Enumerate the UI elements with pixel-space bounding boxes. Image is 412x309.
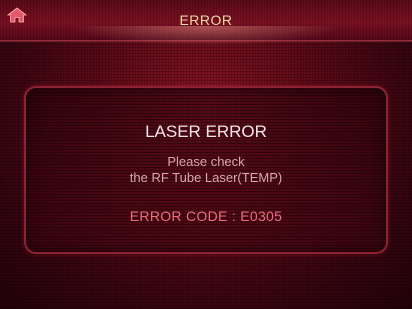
page-title: ERROR <box>179 12 233 28</box>
error-message: Please check the RF Tube Laser(TEMP) <box>26 154 386 186</box>
error-screen: ERROR LASER ERROR Please check the RF Tu… <box>0 0 412 309</box>
error-title: LASER ERROR <box>145 122 267 141</box>
title-bar: ERROR <box>0 0 412 46</box>
title-glow <box>70 26 342 46</box>
error-dialog: LASER ERROR Please check the RF Tube Las… <box>24 86 388 254</box>
error-code: ERROR CODE : E0305 <box>129 208 283 224</box>
error-message-line1: Please check <box>167 154 245 169</box>
error-message-line2: the RF Tube Laser(TEMP) <box>129 170 283 185</box>
